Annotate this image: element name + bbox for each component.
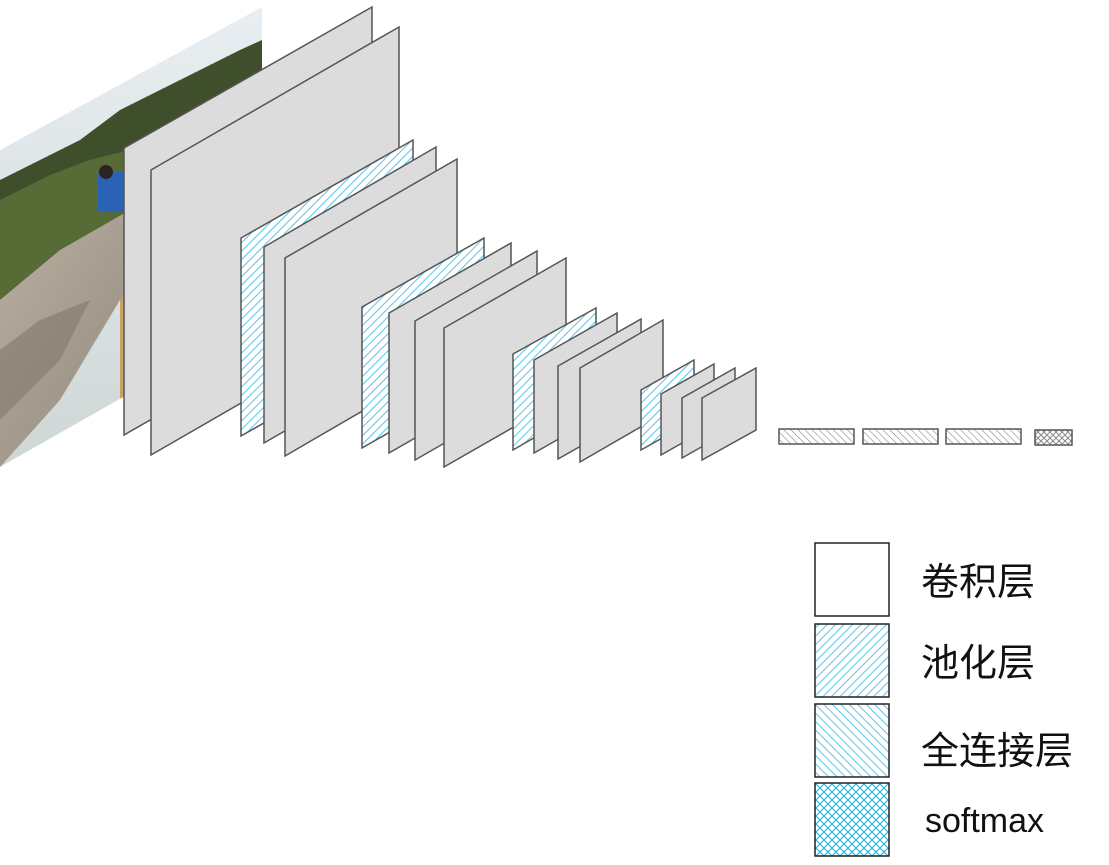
fully-connected-layers <box>778 428 1022 445</box>
legend: 卷积层 池化层 全连接层 softmax <box>814 542 1073 857</box>
softmax-layer-icon <box>1034 429 1073 446</box>
fc-layer-icon <box>862 428 939 445</box>
legend-conv-swatch <box>814 542 890 617</box>
fc-layer-icon <box>778 428 855 445</box>
legend-fc-label: 全连接层 <box>921 729 1073 773</box>
legend-conv-label: 卷积层 <box>921 560 1035 604</box>
legend-softmax-swatch <box>814 782 890 857</box>
legend-softmax-label: softmax <box>925 802 1044 840</box>
legend-pool-swatch <box>814 623 890 698</box>
legend-pool-label: 池化层 <box>921 641 1035 685</box>
fc-layer-icon <box>945 428 1022 445</box>
legend-fc-swatch <box>814 703 890 778</box>
cnn-architecture-diagram: 卷积层 池化层 全连接层 softmax <box>0 5 1073 857</box>
